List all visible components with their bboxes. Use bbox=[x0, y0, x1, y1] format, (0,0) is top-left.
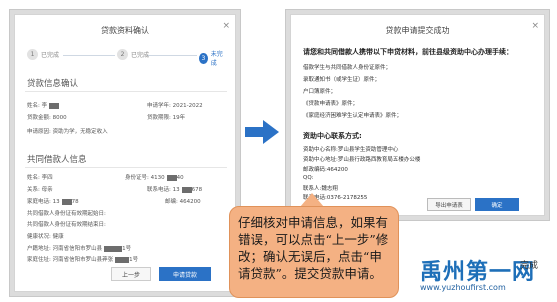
contact-heading: 资助中心联系方式: bbox=[303, 132, 362, 140]
loan-apply-year: 申请学年: 2021-2022 bbox=[147, 103, 203, 109]
redaction bbox=[61, 198, 72, 205]
redaction bbox=[104, 245, 123, 252]
watermark-url: www.yuzhoufirst.com bbox=[420, 283, 506, 292]
apply-loan-button[interactable]: 申请贷款 bbox=[159, 267, 211, 281]
contact-line: QQ: bbox=[303, 175, 314, 181]
dialog-title: 贷款资料确认 bbox=[101, 26, 149, 35]
material-item: 《贷款申请表》原件； bbox=[303, 101, 359, 107]
confirm-button[interactable]: 确定 bbox=[475, 198, 519, 211]
close-icon[interactable]: × bbox=[531, 21, 539, 31]
co-contact-phone: 联系电话: 13 678 bbox=[147, 186, 203, 193]
co-health: 健康状况: 健康 bbox=[27, 234, 64, 240]
contact-line: 联系人:魏志翔 bbox=[303, 186, 338, 192]
step-label: 已完成 bbox=[131, 52, 150, 59]
material-item: 《家庭经济困难学生认定申请表》原件； bbox=[303, 113, 403, 119]
loan-confirm-dialog: 贷款资料确认 × 1 已完成 2 已完成 3 未完成 贷款信息确认 姓名: 李 … bbox=[14, 14, 236, 292]
step-number: 3 bbox=[199, 52, 208, 64]
step-connector bbox=[63, 55, 115, 56]
callout-text: 仔细核对申请信息，如果有错误，可以点击“上一步”修改；确认无误后，点击“申请贷款… bbox=[238, 215, 389, 281]
loan-term: 贷款期限: 19年 bbox=[147, 115, 186, 121]
tutorial-screenshot: 贷款资料确认 × 1 已完成 2 已完成 3 未完成 贷款信息确认 姓名: 李 … bbox=[0, 0, 557, 302]
right-screenshot-frame: 贷款申请提交成功 × 请您和共同借款人携带以下申贷材料，前往县级资助中心办理手续… bbox=[285, 9, 550, 221]
co-name: 姓名: 李四 bbox=[27, 175, 53, 181]
material-item: 借款学生与共同借款人身份证原件； bbox=[303, 65, 392, 71]
step-number: 1 bbox=[27, 49, 38, 60]
co-borrower-title: 共同借款人信息 bbox=[27, 155, 87, 165]
material-item: 录取通知书（或学生证）原件； bbox=[303, 77, 381, 83]
watermark-logo: 禹州第一网 bbox=[420, 260, 536, 285]
co-zip: 邮编: 464200 bbox=[165, 199, 201, 205]
loan-reason: 申请原因: 资助为学，无稳定收入 bbox=[27, 129, 108, 135]
contact-line: 资助中心地址:罗山县行政路西教育局五楼办公楼 bbox=[303, 157, 421, 163]
submit-success-dialog: 贷款申请提交成功 × 请您和共同借款人携带以下申贷材料，前往县级资助中心办理手续… bbox=[290, 14, 545, 216]
contact-line: 资助中心名称:罗山县学生资助管理中心 bbox=[303, 147, 399, 153]
redaction bbox=[115, 256, 130, 263]
export-form-button[interactable]: 导出申请表 bbox=[427, 198, 471, 211]
co-id-start: 共同借款人身份证有效期起始日: bbox=[27, 211, 106, 217]
loan-name: 姓名: 李 bbox=[27, 101, 60, 109]
step-connector bbox=[147, 55, 197, 56]
divider bbox=[25, 91, 227, 92]
step-1: 1 已完成 bbox=[27, 49, 59, 60]
instructions-heading: 请您和共同借款人携带以下申贷材料，前往县级资助中心办理手续： bbox=[303, 48, 513, 56]
redaction bbox=[181, 186, 192, 193]
step-3: 3 未完成 bbox=[199, 49, 225, 67]
step-label: 未完成 bbox=[210, 51, 223, 67]
left-screenshot-frame: 贷款资料确认 × 1 已完成 2 已完成 3 未完成 贷款信息确认 姓名: 李 … bbox=[9, 9, 241, 297]
loan-amount: 贷款金额: 8000 bbox=[27, 115, 67, 121]
callout-pointer bbox=[300, 193, 324, 207]
step-2: 2 已完成 bbox=[117, 49, 149, 60]
redaction bbox=[49, 102, 60, 109]
progress-stepper: 1 已完成 2 已完成 3 未完成 bbox=[27, 49, 225, 67]
co-home-phone: 家庭电话: 13 78 bbox=[27, 198, 79, 205]
previous-step-button[interactable]: 上一步 bbox=[111, 267, 151, 281]
divider bbox=[25, 167, 227, 168]
co-home-address: 家庭住址: 河南省信阳市罗山县莽张 1号 bbox=[27, 256, 139, 263]
co-household-address: 户籍地址: 河南省信阳市罗山县 1号 bbox=[27, 245, 132, 252]
right-arrow-icon bbox=[245, 120, 279, 144]
step-number: 2 bbox=[117, 49, 128, 60]
co-id-end: 共同借款人身份证有效期结束日: bbox=[27, 222, 106, 228]
loan-info-title: 贷款信息确认 bbox=[27, 79, 79, 89]
dialog-title: 贷款申请提交成功 bbox=[385, 26, 450, 35]
close-icon[interactable]: × bbox=[222, 21, 230, 31]
instruction-callout: 仔细核对申请信息，如果有错误，可以点击“上一步”修改；确认无误后，点击“申请贷款… bbox=[229, 206, 399, 298]
redaction bbox=[166, 174, 177, 181]
contact-line: 邮政编码:464200 bbox=[303, 167, 348, 173]
co-relation: 关系: 母亲 bbox=[27, 187, 53, 193]
watermark-side-text: 完成 bbox=[520, 261, 539, 271]
material-item: 户口簿原件； bbox=[303, 89, 337, 95]
step-label: 已完成 bbox=[41, 52, 60, 59]
co-id-number: 身份证号: 4130 40 bbox=[125, 174, 184, 181]
